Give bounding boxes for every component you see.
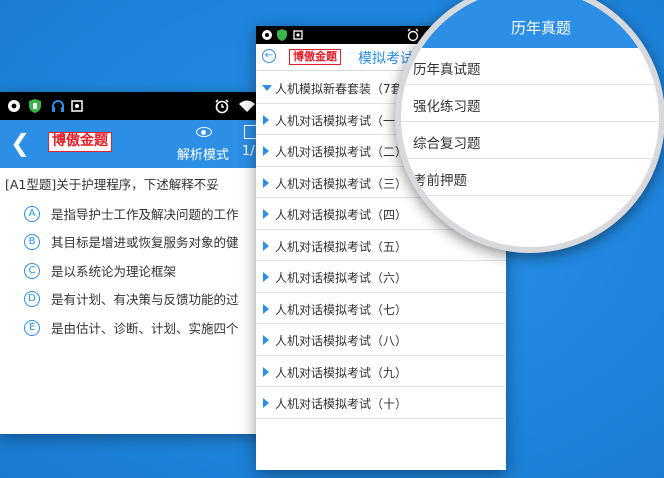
list-item-label: 人机对话模拟考试（十） xyxy=(275,397,408,411)
list-item-label: 人机模拟新春套装（7套） xyxy=(275,82,415,96)
alarm-icon xyxy=(215,99,229,114)
list-item-label: 人机对话模拟考试（二） xyxy=(275,145,408,159)
menu-item[interactable]: 综合复习题 xyxy=(401,122,659,159)
app-logo: 博傲金题 xyxy=(48,132,112,152)
menu-item[interactable]: 历年真试题 xyxy=(401,48,659,85)
status-bar xyxy=(0,92,268,120)
list-item[interactable]: 人机对话模拟考试（九） xyxy=(256,356,506,387)
expand-right-icon xyxy=(263,398,269,408)
past-exams-header: 历年真题 xyxy=(401,0,659,48)
back-button[interactable]: ← xyxy=(262,49,276,63)
back-button[interactable]: ❮ xyxy=(10,129,30,157)
headset-icon xyxy=(52,100,64,112)
option-text: 是有计划、有决策与反馈功能的过 xyxy=(51,292,239,307)
screenshot-icon xyxy=(71,100,83,112)
option-letter: D xyxy=(24,290,40,307)
option-letter: C xyxy=(24,262,40,279)
expand-right-icon xyxy=(263,272,269,282)
analysis-mode-button[interactable]: 解析模式 xyxy=(177,144,229,163)
list-item-label: 人机对话模拟考试（五） xyxy=(275,239,408,254)
menu-item-label: 综合复习题 xyxy=(413,136,481,152)
list-item-label: 人机对话模拟考试（一） xyxy=(275,113,408,128)
option-text: 其目标是增进或恢复服务对象的健 xyxy=(51,235,239,250)
eye-icon[interactable] xyxy=(196,127,212,137)
page-indicator: 1/ xyxy=(242,144,255,159)
expand-right-icon xyxy=(263,366,269,377)
chat-icon xyxy=(8,100,20,112)
magnifier-lens: 历年真题 历年真试题 强化练习题 综合复习题 考前押题 xyxy=(395,0,664,253)
expand-right-icon xyxy=(263,209,269,219)
menu-item[interactable]: 强化练习题 xyxy=(401,85,659,122)
screenshot-icon xyxy=(293,30,303,40)
menu-item-label: 强化练习题 xyxy=(413,99,481,115)
option-letter: A xyxy=(24,205,40,222)
shield-icon xyxy=(29,99,41,113)
option-text: 是由估计、诊断、计划、实施四个 xyxy=(51,321,239,336)
option-c[interactable]: C 是以系统论为理论框架 xyxy=(24,261,176,280)
list-item[interactable]: 人机对话模拟考试（十） xyxy=(256,387,506,419)
app-logo: 博傲金题 xyxy=(289,49,341,65)
question-header: ❮ 博傲金题 解析模式 1/ xyxy=(0,120,268,168)
expand-right-icon xyxy=(263,114,269,125)
option-a[interactable]: A 是指导护士工作及解决问题的工作 xyxy=(24,204,239,223)
list-item-label: 人机对话模拟考试（九） xyxy=(275,365,408,380)
option-letter: B xyxy=(24,233,40,250)
option-text: 是以系统论为理论框架 xyxy=(51,264,177,279)
shield-icon xyxy=(277,29,287,41)
list-item[interactable]: 人机对话模拟考试（六） xyxy=(256,261,506,293)
expand-right-icon xyxy=(263,146,269,156)
option-d[interactable]: D 是有计划、有决策与反馈功能的过 xyxy=(24,289,239,308)
list-item-label: 人机对话模拟考试（四） xyxy=(275,208,408,222)
wifi-icon xyxy=(239,100,255,112)
list-item-label: 人机对话模拟考试（三） xyxy=(275,176,408,191)
menu-item-label: 历年真试题 xyxy=(413,62,481,78)
expand-down-icon xyxy=(262,85,272,91)
question-screen: ❮ 博傲金题 解析模式 1/ [A1型题]关于护理程序，下述解释不妥 A 是指导… xyxy=(0,92,268,434)
list-item-label: 人机对话模拟考试（七） xyxy=(275,302,408,317)
list-item[interactable]: 人机对话模拟考试（八） xyxy=(256,324,506,356)
list-item-label: 人机对话模拟考试（六） xyxy=(275,271,408,285)
menu-item[interactable]: 考前押题 xyxy=(401,159,659,196)
expand-right-icon xyxy=(263,240,269,251)
option-letter: E xyxy=(24,319,40,336)
chat-icon xyxy=(262,30,272,40)
question-text: [A1型题]关于护理程序，下述解释不妥 xyxy=(5,177,219,192)
list-item[interactable]: 人机对话模拟考试（七） xyxy=(256,293,506,324)
option-text: 是指导护士工作及解决问题的工作 xyxy=(51,207,239,222)
expand-right-icon xyxy=(263,303,269,314)
menu-item-label: 考前押题 xyxy=(413,173,467,189)
expand-right-icon xyxy=(263,177,269,188)
option-e[interactable]: E 是由估计、诊断、计划、实施四个 xyxy=(24,318,239,337)
past-exams-title: 历年真题 xyxy=(511,19,572,37)
list-item-label: 人机对话模拟考试（八） xyxy=(275,334,408,348)
expand-right-icon xyxy=(263,335,269,345)
option-b[interactable]: B 其目标是增进或恢复服务对象的健 xyxy=(24,232,239,251)
